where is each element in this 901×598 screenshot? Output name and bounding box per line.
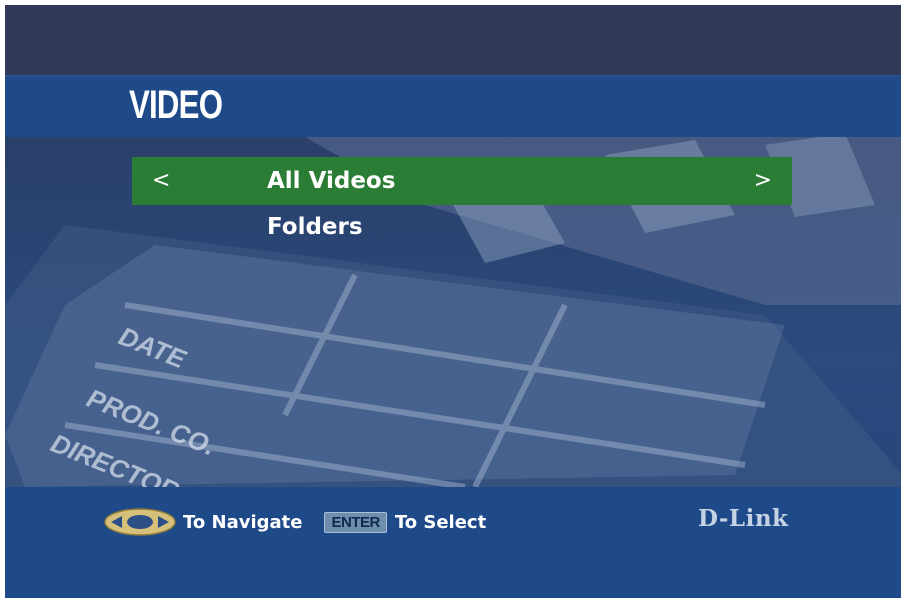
page-title: VIDEO (129, 83, 223, 127)
menu-item-label: Folders (267, 214, 363, 240)
dpad-icon (104, 508, 176, 536)
chevron-right-icon[interactable]: > (754, 157, 772, 205)
menu-item-folders[interactable]: Folders (132, 205, 792, 249)
footer-band (5, 487, 901, 598)
media-screen: DATE PROD. CO. DIRECTOR VIDEO < All Vide… (5, 5, 901, 598)
menu-item-label: All Videos (267, 168, 396, 194)
title-band: VIDEO (5, 75, 901, 137)
navigation-hint: To Navigate ENTER To Select (103, 508, 486, 536)
enter-key-icon: ENTER (324, 511, 387, 533)
brand-logo: D-Link (698, 505, 789, 532)
chevron-left-icon[interactable]: < (152, 157, 170, 205)
navigate-label: To Navigate (183, 511, 303, 533)
video-menu: < All Videos > Folders (132, 157, 792, 249)
select-label: To Select (394, 511, 487, 533)
menu-item-all-videos[interactable]: < All Videos > (132, 157, 792, 205)
